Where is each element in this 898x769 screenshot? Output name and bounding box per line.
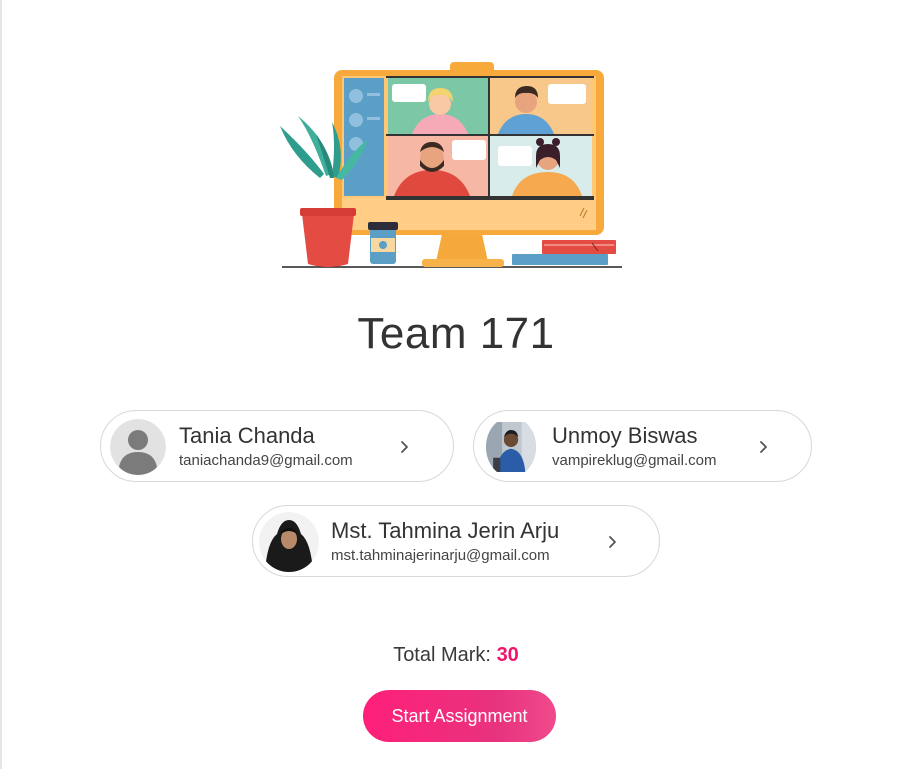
team-title: Team 171	[357, 309, 555, 358]
member-name: Mst. Tahmina Jerin Arju	[331, 518, 560, 543]
member-email: vampireklug@gmail.com	[552, 452, 717, 469]
total-mark-value: 30	[496, 644, 519, 666]
member-email: taniachanda9@gmail.com	[179, 452, 353, 469]
member-avatar-photo	[486, 422, 536, 472]
video-conference-illustration	[280, 62, 622, 268]
total-mark-label: Total Mark:	[393, 644, 491, 666]
member-card-unmoy-biswas[interactable]: Unmoy Biswas vampireklug@gmail.com	[473, 410, 812, 482]
default-avatar-icon	[110, 419, 166, 475]
member-card-tania-chanda[interactable]: Tania Chanda taniachanda9@gmail.com	[100, 410, 454, 482]
start-assignment-button[interactable]: Start Assignment	[363, 690, 556, 742]
total-mark: Total Mark: 30	[0, 642, 898, 668]
member-name: Tania Chanda	[179, 423, 315, 448]
member-card-tahmina-jerin-arju[interactable]: Mst. Tahmina Jerin Arju mst.tahminajerin…	[252, 505, 660, 577]
member-avatar-photo	[259, 512, 319, 572]
member-email: mst.tahminajerinarju@gmail.com	[331, 547, 550, 564]
chevron-right-icon	[609, 536, 616, 548]
chevron-right-icon	[401, 441, 408, 453]
chevron-right-icon	[760, 441, 767, 453]
member-name: Unmoy Biswas	[552, 423, 698, 448]
